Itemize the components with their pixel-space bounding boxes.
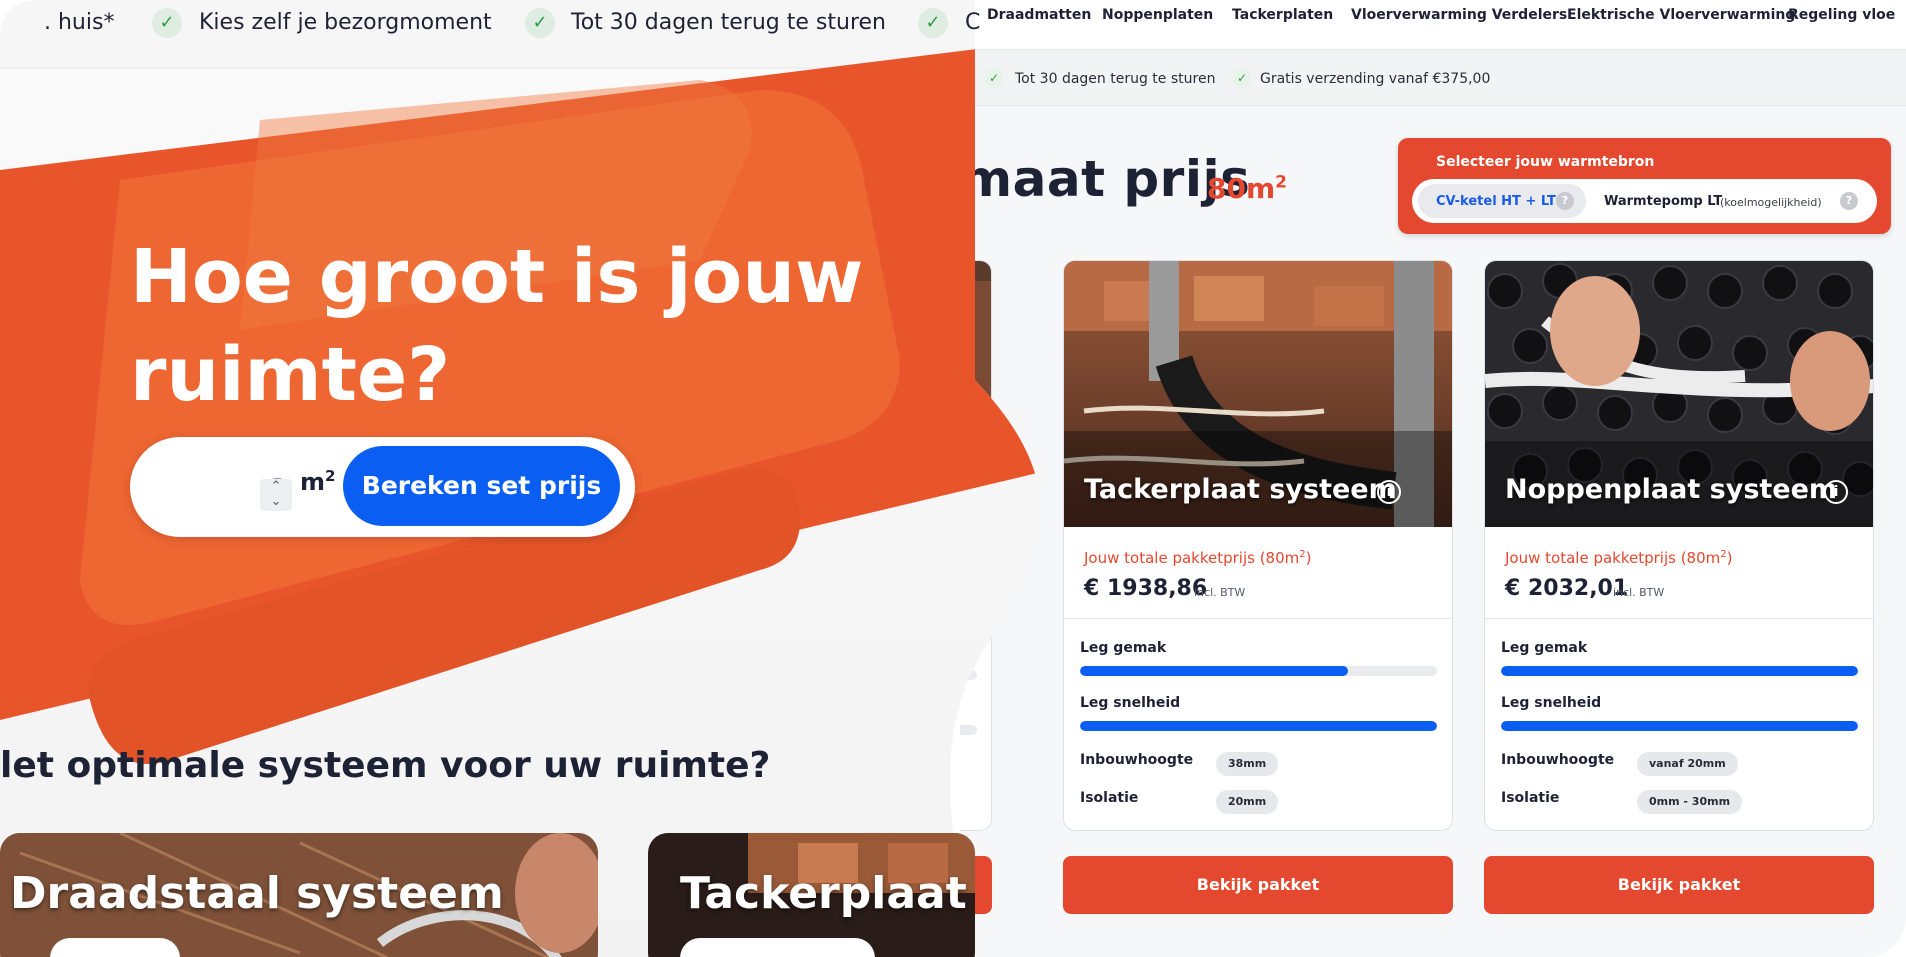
option-warmtepomp[interactable]: Warmtepomp LT (koelmogelijkheid) ? <box>1596 184 1871 218</box>
isolatie-label: Isolatie <box>1501 790 1560 806</box>
price-note: incl. BTW <box>1194 586 1246 599</box>
product-title: Noppenplaat systeem <box>1505 474 1838 505</box>
system-card-draadstaal[interactable]: Draadstaal systeem <box>0 833 598 957</box>
price-label: Jouw totale pakketprijs (80m2) <box>1505 549 1733 567</box>
help-icon[interactable]: ? <box>1840 192 1858 210</box>
usp-huis: . huis* <box>44 10 115 35</box>
area-unit: m2 <box>300 467 336 496</box>
usp-shipping: Gratis verzending vanaf €375,00 <box>1260 71 1491 87</box>
divider <box>1485 618 1873 619</box>
area-calculator: 0 ⌃⌄ m2 Bereken set prijs <box>130 437 635 537</box>
usp-cut: C <box>965 10 981 35</box>
nav-item-verdelers[interactable]: Vloerverwarming Verdelers <box>1351 7 1567 23</box>
isolatie-badge: 20mm <box>1216 790 1279 814</box>
leg-gemak-label: Leg gemak <box>1501 640 1588 656</box>
system-pill[interactable] <box>50 938 180 957</box>
isolatie-badge: 0mm - 30mm <box>1637 790 1743 814</box>
usp-bar: ✓ Tot 30 dagen terug te sturen ✓ Gratis … <box>960 50 1906 106</box>
option-warmtepomp-label: Warmtepomp LT <box>1604 194 1723 209</box>
hero-panel: . huis* ✓ Kies zelf je bezorgmoment ✓ To… <box>0 0 1050 957</box>
system-title: Draadstaal systeem <box>10 868 504 919</box>
inbouwhoogte-label: Inbouwhoogte <box>1080 752 1194 768</box>
check-icon: ✓ <box>525 8 555 38</box>
leg-snelheid-bar <box>1501 721 1858 731</box>
view-package-button[interactable]: Bekijk pakket <box>1063 856 1453 914</box>
heat-source-selector: Selecteer jouw warmtebron CV-ketel HT + … <box>1398 138 1891 234</box>
leg-snelheid-label: Leg snelheid <box>1080 695 1181 711</box>
leg-snelheid-label: Leg snelheid <box>1501 695 1602 711</box>
hero-title: Hoe groot is jouw ruimte? <box>130 234 864 418</box>
nav-item-noppenplaten[interactable]: Noppenplaten <box>1102 7 1213 23</box>
area-indicator: 80m2 <box>1207 172 1287 205</box>
nav-item-elektrische[interactable]: Elektrische Vloerverwarming <box>1567 7 1795 23</box>
leg-snelheid-bar <box>1080 721 1437 731</box>
nav-item-tackerplaten[interactable]: Tackerplaten <box>1232 7 1333 23</box>
category-nav: Draadmatten Noppenplaten Tackerplaten Vl… <box>960 0 1906 50</box>
number-stepper[interactable]: ⌃ ⌄ <box>260 479 292 511</box>
heat-source-toggle: CV-ketel HT + LT ? Warmtepomp LT (koelmo… <box>1412 179 1877 223</box>
system-title: Tackerplaat sy <box>680 868 975 919</box>
product-page-panel: Draadmatten Noppenplaten Tackerplaten Vl… <box>960 0 1906 957</box>
check-icon: ✓ <box>1232 68 1252 88</box>
usp-bezorgmoment: Kies zelf je bezorgmoment <box>199 10 492 35</box>
help-icon[interactable]: ? <box>1556 192 1574 210</box>
info-icon[interactable]: i <box>1824 480 1848 504</box>
leg-snelheid-fill <box>1080 721 1437 731</box>
price-label: Jouw totale pakketprijs (80m2) <box>1084 549 1312 567</box>
option-cv-ketel[interactable]: CV-ketel HT + LT ? <box>1418 184 1586 218</box>
price-value: € 1938,86 <box>1084 576 1208 601</box>
inbouwhoogte-badge: vanaf 20mm <box>1637 752 1738 776</box>
price-value: € 2032,01 <box>1505 576 1629 601</box>
leg-snelheid-fill <box>1501 721 1858 731</box>
heat-source-title: Selecteer jouw warmtebron <box>1436 154 1655 170</box>
inbouwhoogte-label: Inbouwhoogte <box>1501 752 1615 768</box>
check-icon: ✓ <box>152 8 182 38</box>
inbouwhoogte-badge: 38mm <box>1216 752 1279 776</box>
option-warmtepomp-sublabel: (koelmogelijkheid) <box>1720 196 1822 209</box>
info-icon[interactable]: i <box>1377 480 1401 504</box>
product-title: Tackerplaat systeem <box>1084 474 1397 505</box>
usp-return: Tot 30 dagen terug te sturen <box>571 10 886 35</box>
isolatie-label: Isolatie <box>1080 790 1139 806</box>
system-card-tackerplaat[interactable]: Tackerplaat sy <box>648 833 975 957</box>
price-note: incl. BTW <box>1613 586 1665 599</box>
option-cv-ketel-label: CV-ketel HT + LT <box>1436 194 1556 209</box>
leg-gemak-bar <box>1501 666 1858 676</box>
leg-gemak-bar <box>1080 666 1437 676</box>
nav-item-regeling[interactable]: Regeling vloe <box>1788 7 1895 23</box>
leg-gemak-fill <box>1501 666 1858 676</box>
view-package-button[interactable]: Bekijk pakket <box>1484 856 1874 914</box>
calculate-price-button[interactable]: Bereken set prijs <box>343 446 620 526</box>
product-card-tackerplaat: Tackerplaat systeem i Jouw totale pakket… <box>1063 260 1453 831</box>
product-card-noppenplaat: Noppenplaat systeem i Jouw totale pakket… <box>1484 260 1874 831</box>
usp-bar: . huis* ✓ Kies zelf je bezorgmoment ✓ To… <box>0 0 980 68</box>
leg-gemak-fill <box>1080 666 1348 676</box>
divider <box>1064 618 1452 619</box>
check-icon: ✓ <box>918 8 948 38</box>
leg-gemak-label: Leg gemak <box>1080 640 1167 656</box>
system-pill[interactable] <box>680 938 875 957</box>
section-heading: let optimale systeem voor uw ruimte? <box>0 745 771 786</box>
